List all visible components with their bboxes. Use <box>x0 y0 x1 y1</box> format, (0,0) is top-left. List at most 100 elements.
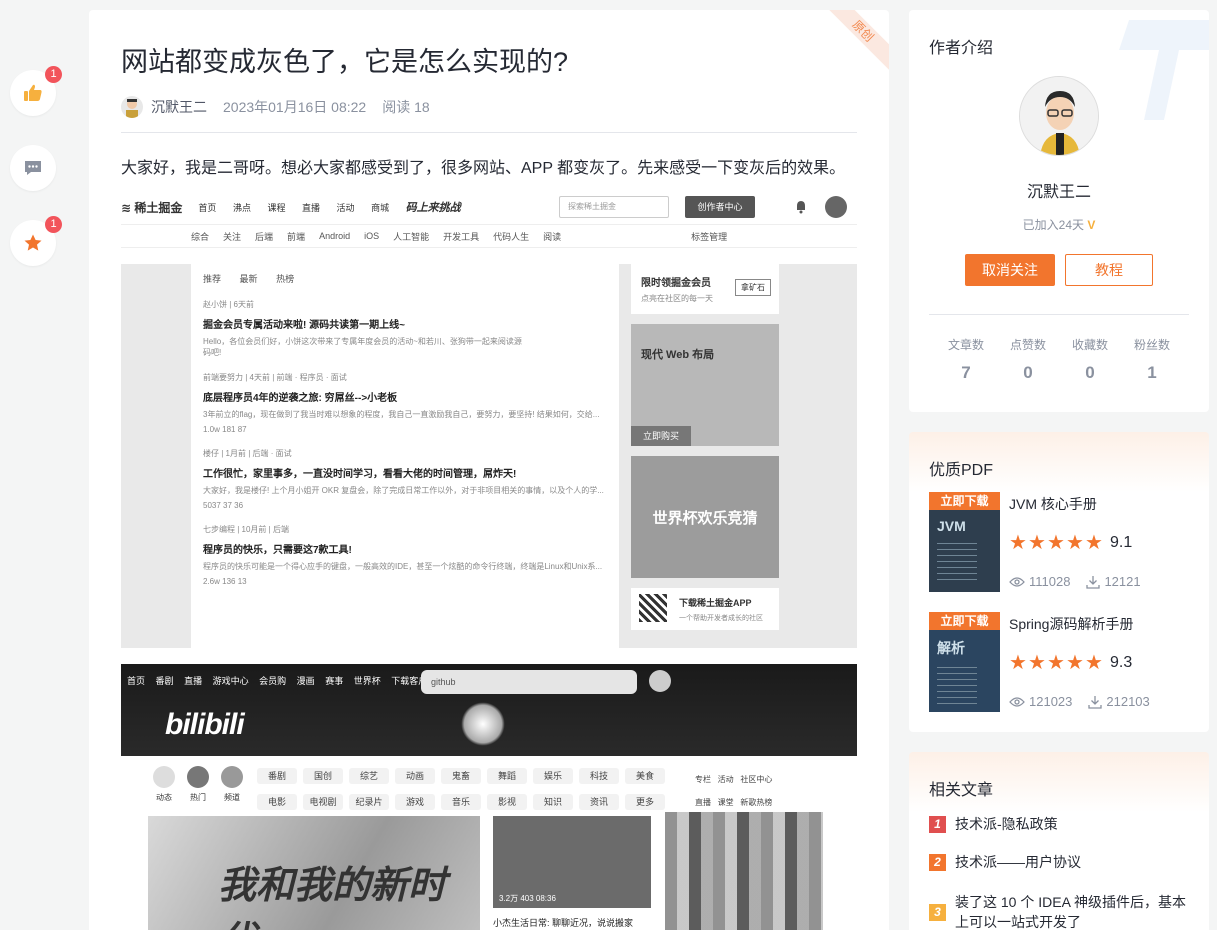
download-count-value: 12121 <box>1104 574 1141 589</box>
bili-right-link: 专栏 <box>695 775 711 784</box>
author-avatar[interactable] <box>1019 76 1099 156</box>
bili-cat: 美食 <box>625 768 665 784</box>
related-article-link[interactable]: 技术派-隐私政策 <box>955 814 1058 834</box>
related-article-item[interactable]: 3 装了这 10 个 IDEA 神级插件后，基本上可以一站式开发了 <box>929 892 1191 930</box>
bili-nav-item: 漫画 <box>296 676 315 686</box>
juejin-feed-item: 前端要努力 | 4天前 | 前端 · 程序员 · 面试 底层程序员4年的逆袭之旅… <box>203 372 607 434</box>
feed-title: 程序员的快乐，只需要这7款工具! <box>203 545 352 556</box>
decorative-watermark-icon <box>1119 20 1209 120</box>
juejin-subnav-item: 开发工具 <box>443 231 480 242</box>
juejin-feed-item: 楼仔 | 1月前 | 后端 · 面试 工作很忙，家里事多，一直没时间学习，看看大… <box>203 448 607 510</box>
juejin-nav-item: 课程 <box>267 203 286 213</box>
star-icon: ★ <box>1009 652 1027 674</box>
juejin-nav-item: 首页 <box>198 203 217 213</box>
related-article-link[interactable]: 技术派——用户协议 <box>955 852 1081 872</box>
pdf-item[interactable]: 立即下载 JVM JVM 核心手册 ★ ★ ★ ★ ★ 9.1 111028 1… <box>929 492 1189 592</box>
bili-nav-item: 赛事 <box>325 676 344 686</box>
like-button[interactable]: 1 <box>10 66 62 116</box>
author-avatar-small[interactable] <box>121 96 143 118</box>
bili-user-avatar <box>649 670 671 692</box>
pdf-counts: 121023 212103 <box>1009 694 1166 709</box>
juejin-aside: 限时领掘金会员 点亮在社区的每一天 拿矿石 现代 Web 布局 立即购买 世界杯… <box>631 264 779 640</box>
related-article-item[interactable]: 2 技术派——用户协议 <box>929 852 1191 872</box>
bili-cat: 鬼畜 <box>441 768 481 784</box>
juejin-tab: 推荐 <box>203 274 222 284</box>
feed-meta: 楼仔 | 1月前 | 后端 · 面试 <box>203 449 292 458</box>
bili-right-link: 社区中心 <box>740 775 773 784</box>
bili-cat: 国创 <box>303 768 343 784</box>
unfollow-button[interactable]: 取消关注 <box>965 254 1055 286</box>
pdf-name[interactable]: JVM 核心手册 <box>1009 494 1097 514</box>
pdf-cover[interactable]: 立即下载 JVM <box>929 492 1000 592</box>
juejin-subnav-item: iOS <box>364 231 380 241</box>
qr-code-icon <box>639 594 667 622</box>
bili-hero-image: 我和我的新时代 <box>148 816 480 930</box>
juejin-ad-btn: 立即购买 <box>631 426 691 446</box>
juejin-ad-title: 世界杯欢乐竞猜 <box>652 509 758 527</box>
pdf-card-title: 优质PDF <box>929 462 994 479</box>
juejin-header: ≋ 稀土掘金 首页 沸点 课程 直播 活动 商城 码上来挑战 探索稀土掘金 创作… <box>121 190 857 224</box>
stat-label: 点赞数 <box>1009 338 1046 352</box>
pdf-score: 9.1 <box>1110 534 1133 551</box>
juejin-search: 探索稀土掘金 <box>559 196 669 218</box>
bili-video-caption: 小杰生活日常: 聊聊近况，说说搬家 <box>493 918 634 928</box>
avatar-icon <box>126 99 138 118</box>
related-articles-card: 相关文章 1 技术派-隐私政策 2 技术派——用户协议 3 装了这 10 个 I… <box>909 752 1209 930</box>
stat-articles: 文章数 7 <box>935 336 997 383</box>
download-tag[interactable]: 立即下载 <box>929 612 1000 630</box>
pdf-cover[interactable]: 立即下载 解析 <box>929 612 1000 712</box>
juejin-bell-icon <box>797 201 805 214</box>
juejin-app-sub: 一个帮助开发者成长的社区 <box>679 615 763 622</box>
star-icon: ★ <box>1066 652 1084 674</box>
bili-cat: 音乐 <box>441 794 481 810</box>
bili-cat: 舞蹈 <box>487 768 527 784</box>
author-name-link[interactable]: 沉默王二 <box>151 97 207 117</box>
related-rank-badge: 2 <box>929 854 946 871</box>
bili-hot: 热门 <box>181 766 215 803</box>
juejin-member-btn: 拿矿石 <box>735 279 771 296</box>
bili-hero-text: 我和我的新时代 <box>218 865 447 930</box>
avatar-illustration-icon <box>1020 77 1098 155</box>
stat-fans: 粉丝数 1 <box>1121 336 1183 383</box>
pdf-card: 优质PDF 立即下载 JVM JVM 核心手册 ★ ★ ★ ★ ★ 9.1 11… <box>909 432 1209 732</box>
juejin-nav-item: 商城 <box>371 203 390 213</box>
read-count: 阅读 18 <box>382 99 430 115</box>
bili-icon-label: 动态 <box>156 793 172 802</box>
eye-icon <box>1009 576 1025 587</box>
stat-likes: 点赞数 0 <box>997 336 1059 383</box>
bili-right-link: 活动 <box>717 775 734 784</box>
related-article-link[interactable]: 装了这 10 个 IDEA 神级插件后，基本上可以一站式开发了 <box>955 892 1191 930</box>
bili-video-stats: 3.2万 403 08:36 <box>499 894 556 903</box>
author-stats: 文章数 7 点赞数 0 收藏数 0 粉丝数 1 <box>935 336 1183 383</box>
download-count-value: 212103 <box>1106 694 1150 709</box>
download-tag[interactable]: 立即下载 <box>929 492 1000 510</box>
feed-stats: 2.6w 136 13 <box>203 577 247 586</box>
tutorial-button[interactable]: 教程 <box>1065 254 1153 286</box>
collect-button[interactable]: 1 <box>10 216 62 266</box>
pdf-name[interactable]: Spring源码解析手册 <box>1009 614 1133 634</box>
joined-text: 已加入24天 <box>1022 218 1084 232</box>
bili-cat: 动画 <box>395 768 435 784</box>
pdf-rating: ★ ★ ★ ★ ★ 9.3 <box>1009 652 1133 674</box>
juejin-feed-item: 七步编程 | 10月前 | 后端 程序员的快乐，只需要这7款工具! 程序员的快乐… <box>203 524 607 586</box>
related-article-item[interactable]: 1 技术派-隐私政策 <box>929 814 1191 834</box>
juejin-tag-manage: 标签管理 <box>691 231 728 242</box>
bili-icon-label: 频道 <box>224 793 240 802</box>
bili-nav-item: 会员购 <box>259 676 287 686</box>
pdf-score: 9.3 <box>1110 654 1133 671</box>
feed-stats: 1.0w 181 87 <box>203 425 247 434</box>
star-icon: ★ <box>1047 652 1065 674</box>
juejin-app-box: 下载稀土掘金APP 一个帮助开发者成长的社区 <box>631 588 779 630</box>
eye-icon <box>1009 696 1025 707</box>
pdf-item[interactable]: 立即下载 解析 Spring源码解析手册 ★ ★ ★ ★ ★ 9.3 12102… <box>929 612 1189 712</box>
bili-cat: 娱乐 <box>533 768 573 784</box>
view-count: 111028 <box>1009 574 1070 589</box>
juejin-subnav-item: 后端 <box>255 231 274 242</box>
juejin-subnav-item: 综合 <box>191 231 210 242</box>
article-side-actions: 1 1 <box>10 66 62 295</box>
author-name[interactable]: 沉默王二 <box>909 178 1209 202</box>
bili-cat: 纪录片 <box>349 794 389 810</box>
feed-meta: 七步编程 | 10月前 | 后端 <box>203 525 289 534</box>
view-count-value: 121023 <box>1029 694 1073 709</box>
comment-button[interactable] <box>10 145 56 191</box>
